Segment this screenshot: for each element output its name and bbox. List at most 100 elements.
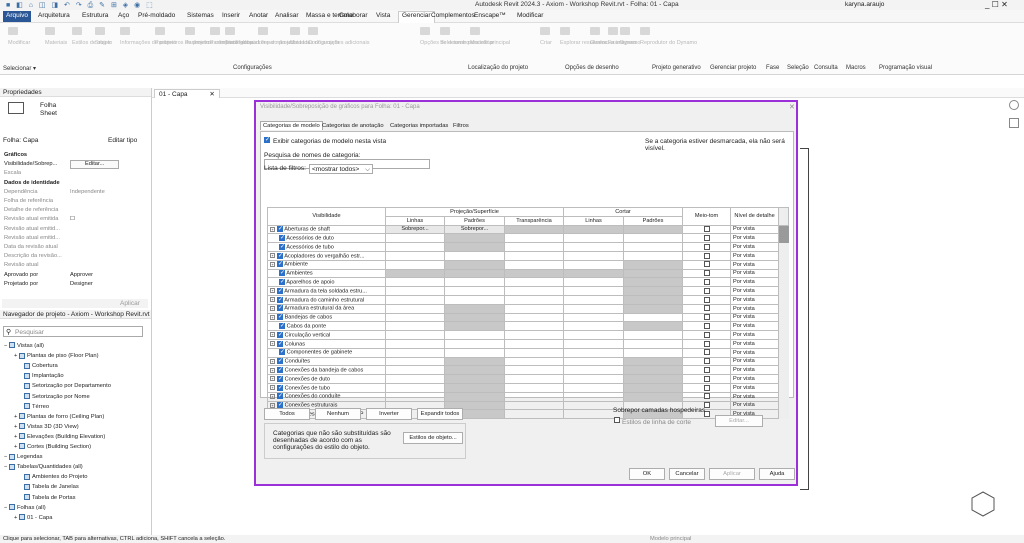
category-row[interactable]: Ambientes Por vista bbox=[267, 268, 789, 279]
dialog-close-icon[interactable]: ✕ bbox=[789, 103, 795, 111]
apply-button[interactable]: Aplicar bbox=[709, 468, 755, 480]
detail-level-cell[interactable]: Por vista bbox=[730, 391, 780, 402]
detail-level-cell[interactable]: Por vista bbox=[730, 277, 780, 288]
menu-15[interactable]: Modificar bbox=[517, 12, 543, 19]
halftone-cell[interactable] bbox=[682, 312, 732, 323]
table-scrollbar[interactable] bbox=[778, 365, 789, 375]
category-cell[interactable]: + Acopladores do vergalhão estr... bbox=[267, 250, 386, 261]
override-cell[interactable] bbox=[623, 356, 684, 367]
ribbon-button-15[interactable]: Criar bbox=[540, 40, 552, 46]
override-cell[interactable] bbox=[503, 268, 565, 279]
override-cell[interactable] bbox=[385, 233, 445, 244]
halftone-checkbox[interactable] bbox=[703, 296, 710, 303]
override-cell[interactable] bbox=[503, 365, 565, 376]
category-row[interactable]: + Conduítes Por vista bbox=[267, 356, 789, 367]
category-row[interactable]: + Armadura da tela soldada estru... Por v… bbox=[267, 286, 789, 296]
override-cell[interactable] bbox=[503, 321, 565, 332]
ribbon-button-1[interactable]: Materiais bbox=[45, 40, 67, 46]
override-cell[interactable] bbox=[503, 347, 565, 358]
property-row[interactable]: Revisão atual emitid... bbox=[2, 225, 148, 233]
property-row[interactable]: Detalhe de referência bbox=[2, 206, 148, 214]
visibility-checkbox[interactable] bbox=[277, 376, 283, 382]
browser-search-input[interactable]: ⚲ Pesquisar bbox=[3, 326, 143, 337]
override-cell[interactable] bbox=[563, 286, 625, 296]
halftone-checkbox[interactable] bbox=[703, 393, 710, 400]
override-cell[interactable] bbox=[563, 330, 625, 340]
detail-level-cell[interactable]: Por vista bbox=[730, 259, 780, 270]
table-scrollbar[interactable] bbox=[778, 313, 789, 322]
browser-item[interactable]: Tabela de Janelas bbox=[24, 483, 79, 491]
override-cell[interactable] bbox=[503, 330, 565, 340]
halftone-checkbox[interactable] bbox=[703, 279, 710, 286]
visibility-checkbox[interactable] bbox=[277, 393, 283, 400]
override-cell[interactable] bbox=[503, 259, 565, 270]
override-cell[interactable] bbox=[385, 382, 445, 393]
category-cell[interactable]: + Ambiente bbox=[267, 259, 386, 270]
tab-annotation-categories[interactable]: Categorias de anotação bbox=[322, 123, 384, 129]
override-cell[interactable] bbox=[503, 391, 565, 402]
apply-properties-button[interactable]: Aplicar bbox=[120, 300, 140, 307]
ribbon-panel-2[interactable]: Localização do projeto bbox=[468, 65, 528, 71]
property-row[interactable]: Folha de referência bbox=[2, 197, 148, 205]
override-cell[interactable] bbox=[385, 286, 445, 296]
browser-item[interactable]: + Plantas de piso (Floor Plan) bbox=[14, 352, 99, 360]
table-scrollbar[interactable] bbox=[778, 304, 789, 314]
category-row[interactable]: + Conexões da bandeja de cabos Por vista bbox=[267, 365, 789, 376]
category-row[interactable]: + Conexões do conduíte Por vista bbox=[267, 391, 789, 402]
category-cell[interactable]: + Aberturas de shaft bbox=[267, 224, 386, 235]
table-scrollbar[interactable] bbox=[778, 330, 789, 340]
visibility-checkbox[interactable] bbox=[277, 358, 283, 365]
override-cell[interactable] bbox=[503, 356, 565, 367]
halftone-checkbox[interactable] bbox=[703, 252, 710, 259]
override-cell[interactable] bbox=[385, 312, 445, 323]
property-row[interactable]: Aprovado por Approver bbox=[2, 271, 148, 279]
expand-icon[interactable]: + bbox=[270, 253, 275, 259]
override-cell[interactable] bbox=[623, 250, 684, 261]
expand-icon[interactable]: + bbox=[270, 305, 275, 311]
override-cell[interactable] bbox=[385, 250, 445, 261]
expand-icon[interactable]: + bbox=[270, 385, 275, 391]
table-scrollbar[interactable] bbox=[778, 277, 789, 287]
table-scrollbar[interactable] bbox=[778, 321, 789, 331]
halftone-cell[interactable] bbox=[682, 391, 732, 402]
menu-10[interactable]: Colaborar bbox=[339, 12, 368, 19]
browser-item[interactable]: + 01 - Capa bbox=[14, 514, 52, 522]
detail-level-cell[interactable]: Por vista bbox=[730, 250, 780, 261]
override-cell[interactable] bbox=[444, 303, 505, 314]
override-cell[interactable] bbox=[385, 356, 445, 367]
override-cell[interactable] bbox=[444, 250, 505, 261]
override-cell[interactable] bbox=[444, 330, 505, 340]
ribbon-panel-6[interactable]: Fase bbox=[766, 65, 779, 71]
halftone-checkbox[interactable] bbox=[703, 367, 710, 373]
override-cell[interactable] bbox=[623, 242, 684, 252]
override-cell[interactable] bbox=[444, 374, 505, 384]
halftone-checkbox[interactable] bbox=[703, 358, 710, 365]
override-cell[interactable] bbox=[444, 338, 505, 349]
visibility-checkbox[interactable] bbox=[279, 323, 285, 330]
ribbon-panel-9[interactable]: Macros bbox=[846, 65, 866, 71]
visibility-checkbox[interactable] bbox=[279, 349, 285, 356]
expand-icon[interactable]: + bbox=[270, 367, 275, 373]
override-cell[interactable] bbox=[563, 277, 625, 288]
category-row[interactable]: Acessórios de duto Por vista bbox=[267, 233, 789, 244]
property-row[interactable]: Gráficos bbox=[2, 151, 148, 159]
category-cell[interactable]: + Conduítes bbox=[267, 356, 386, 367]
override-cell[interactable] bbox=[385, 347, 445, 358]
category-row[interactable]: + Conexões de tubo Por vista bbox=[267, 382, 789, 393]
category-row[interactable]: + Conexões de duto Por vista bbox=[267, 374, 789, 384]
detail-level-cell[interactable]: Por vista bbox=[730, 365, 780, 376]
table-scrollbar[interactable] bbox=[778, 260, 789, 270]
override-cell[interactable] bbox=[385, 294, 445, 305]
override-cell[interactable] bbox=[623, 294, 684, 305]
expand-icon[interactable]: + bbox=[270, 376, 275, 382]
browser-item[interactable]: Implantação bbox=[24, 372, 64, 380]
override-cell[interactable] bbox=[623, 233, 684, 244]
visibility-checkbox[interactable] bbox=[279, 244, 285, 250]
detail-level-cell[interactable]: Por vista bbox=[730, 303, 780, 314]
menu-13[interactable]: Complementos bbox=[431, 12, 475, 19]
visibility-checkbox[interactable] bbox=[279, 235, 285, 242]
edit-host-button[interactable]: Editar... bbox=[715, 415, 763, 427]
expand-icon[interactable]: + bbox=[270, 402, 275, 408]
category-cell[interactable]: + Circulação vertical bbox=[267, 330, 386, 340]
override-cell[interactable] bbox=[563, 321, 625, 332]
